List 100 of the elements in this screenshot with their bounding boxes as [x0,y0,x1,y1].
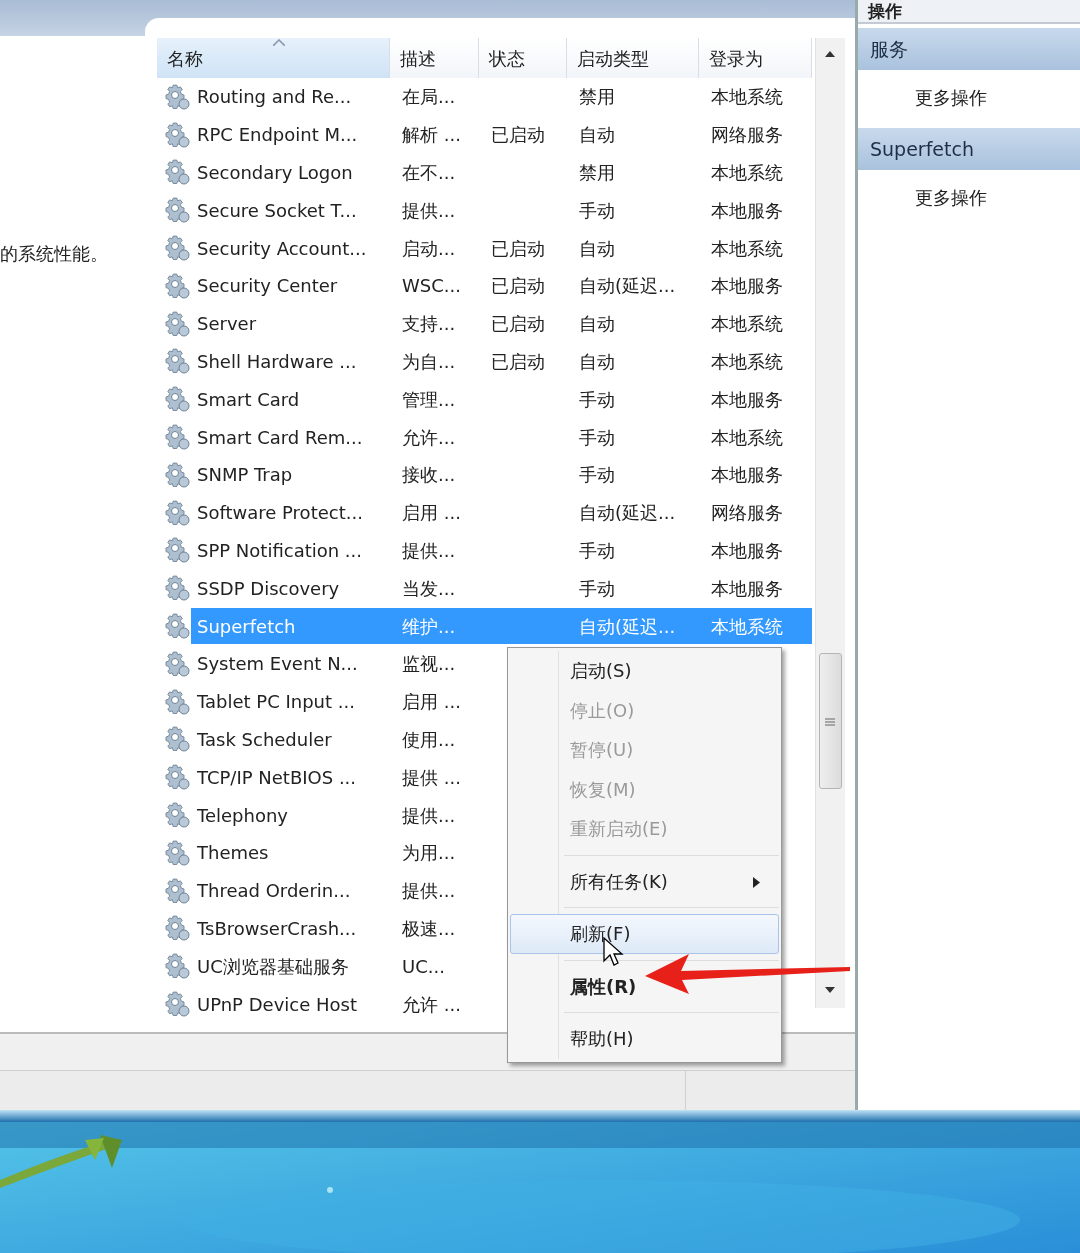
column-header[interactable]: 登录为 [699,38,812,78]
startup-type-cell: 手动 [579,577,615,599]
service-name[interactable]: Shell Hardware ... [195,346,359,376]
service-name[interactable]: RPC Endpoint M... [195,120,360,150]
startup-type-cell: 自动(延迟... [579,275,676,297]
description-cell: 提供 ... [402,766,461,788]
column-header[interactable]: 启动类型 [567,38,699,78]
service-name[interactable]: Secure Socket T... [195,195,359,225]
gear-icon [163,763,191,792]
selection-bar[interactable] [191,608,812,645]
gear-icon [163,574,191,603]
service-name[interactable]: Task Scheduler [195,724,334,754]
menu-item[interactable]: 属性(R) [510,966,779,1006]
service-name[interactable]: SNMP Trap [195,460,295,490]
vertical-scrollbar[interactable] [815,38,845,1008]
service-name[interactable]: SSDP Discovery [195,573,342,603]
status-cell: 已启动 [491,124,545,146]
logon-cell: 本地服务 [711,275,783,297]
description-cell: 提供... [402,804,456,826]
service-name[interactable]: SPP Notification ... [195,535,365,565]
column-header[interactable]: 描述 [390,38,479,78]
gear-icon [163,309,191,338]
startup-type-cell: 手动 [579,388,615,410]
section-header[interactable]: Superfetch [858,128,1080,170]
gear-icon [163,725,191,754]
gear-icon [163,612,191,641]
action-link[interactable]: 更多操作 [915,83,987,111]
logon-cell: 本地服务 [711,577,783,599]
gear-icon [163,990,191,1018]
logon-cell: 本地系统 [711,350,783,372]
service-name[interactable]: UPnP Device Host [195,989,359,1019]
description-cell: 为自... [402,350,456,372]
description-cell: 接收... [402,464,456,486]
action-link[interactable]: 更多操作 [915,183,987,211]
service-name[interactable]: Security Center [195,271,340,301]
description-cell: 使用... [402,728,456,750]
grip-icon [825,718,835,726]
startup-type-cell: 手动 [579,539,615,561]
submenu-arrow-icon [753,876,760,888]
gear-icon [163,801,191,830]
description-cell: 提供... [402,880,456,902]
logon-cell: 本地系统 [711,313,783,335]
logon-cell: 本地系统 [711,426,783,448]
startup-type-cell: 自动(延迟... [579,615,676,637]
service-name[interactable]: Smart Card Rem... [195,422,365,452]
menu-item[interactable]: 帮助(H) [510,1019,779,1059]
gear-icon [163,347,191,376]
service-name[interactable]: Thread Orderin... [195,876,353,906]
logon-cell: 网络服务 [711,502,783,524]
startup-type-cell: 自动 [579,350,615,372]
service-name[interactable]: Themes [195,838,271,868]
scrollbar-thumb[interactable] [819,653,842,789]
service-name[interactable]: Server [195,309,259,339]
service-name[interactable]: Software Protect... [195,498,365,528]
gear-icon [163,158,191,187]
description-cell: 当发... [402,577,456,599]
service-name[interactable]: Secondary Logon [195,158,355,187]
gear-icon [163,82,191,111]
service-name[interactable]: Tablet PC Input ... [195,687,357,717]
panel-title: 操作 [858,0,1080,24]
description-cell: 极速... [402,917,456,939]
startup-type-cell: 自动(延迟... [579,502,676,524]
column-header[interactable]: 状态 [479,38,567,78]
gear-icon [163,120,191,149]
description-cell: 在不... [402,162,456,183]
service-name[interactable]: Routing and Re... [195,82,354,112]
service-name[interactable]: TsBrowserCrash... [195,913,359,943]
menu-item[interactable]: 所有任务(K) [510,861,779,901]
menu-item[interactable]: 启动(S) [510,651,779,691]
startup-type-cell: 自动 [579,124,615,146]
service-name[interactable]: Smart Card [195,384,302,414]
startup-type-cell: 禁用 [579,86,615,108]
gear-icon [163,838,191,867]
startup-type-cell: 禁用 [579,162,615,183]
gear-icon [163,234,191,263]
description-cell: 启用 ... [402,691,461,713]
service-name[interactable]: Telephony [195,800,290,830]
startup-type-cell: 手动 [579,199,615,221]
service-name[interactable]: UC浏览器基础服务 [195,951,351,981]
gear-icon [163,536,191,565]
logon-cell: 本地系统 [711,237,783,259]
service-name[interactable]: TCP/IP NetBIOS ... [195,762,359,792]
column-header[interactable]: 名称 [157,38,390,78]
startup-type-cell: 自动 [579,313,615,335]
gear-icon [163,423,191,452]
section-header[interactable]: 服务 [858,28,1080,70]
description-cell: 监视... [402,653,456,675]
service-name[interactable]: System Event N... [195,649,360,679]
description-cell: 为用... [402,842,456,864]
gear-icon [163,952,191,981]
scroll-up-icon[interactable] [825,51,835,57]
logon-cell: 本地系统 [711,615,783,637]
gear-icon [163,271,191,300]
description-cell: WSC... [402,275,461,297]
gear-icon [163,460,191,489]
startup-type-cell: 手动 [579,464,615,486]
status-cell: 已启动 [491,350,545,372]
service-name[interactable]: Security Account... [195,233,369,263]
scroll-down-icon[interactable] [825,987,835,993]
menu-item[interactable]: 刷新(F) [510,914,779,954]
